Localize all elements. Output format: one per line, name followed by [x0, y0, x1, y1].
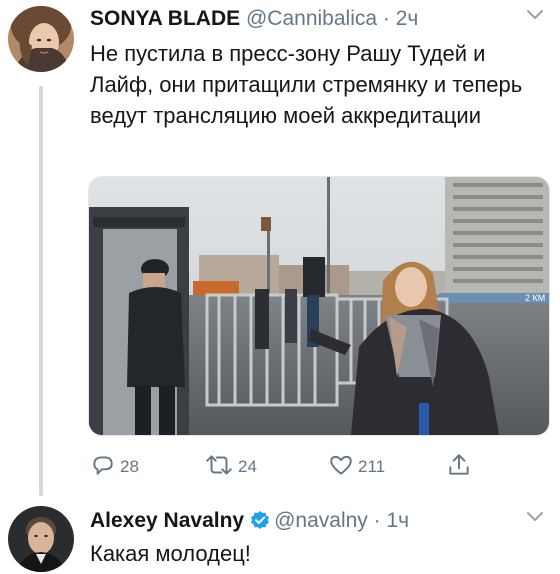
reply-count: 28 [120, 457, 139, 476]
road-sign-text: 2 КМ [525, 293, 545, 303]
reply-icon [90, 452, 116, 483]
avatar[interactable] [8, 506, 74, 572]
like-count: 211 [358, 457, 386, 476]
author-name[interactable]: Alexey Navalny [90, 509, 244, 532]
author-name[interactable]: SONYA BLADE [90, 7, 240, 30]
separator: · [373, 509, 381, 532]
separator: · [382, 7, 390, 30]
retweet-count: 24 [238, 457, 257, 476]
verified-badge-icon [250, 510, 270, 537]
reply-button[interactable]: 28 [90, 452, 139, 482]
retweet-button[interactable]: 24 [204, 452, 257, 482]
share-icon [446, 452, 472, 483]
timestamp[interactable]: 1ч [387, 509, 410, 532]
chevron-down-icon[interactable] [526, 510, 544, 528]
chevron-down-icon[interactable] [526, 8, 544, 26]
like-button[interactable]: 211 [328, 452, 385, 482]
tweet-alexey-navalny[interactable]: Alexey Navalny @navalny · 1ч Какая молоде… [0, 498, 560, 574]
tweet-text: Какая молодец! [90, 541, 251, 566]
retweet-icon [204, 452, 234, 483]
like-icon [328, 452, 354, 483]
tweet-text: Не пустила в пресс-зону Рашу Тудей и Лай… [90, 41, 523, 128]
thread-line [39, 86, 43, 496]
share-button[interactable] [446, 452, 472, 482]
tweet-actions: 28 24 211 [90, 452, 490, 482]
tweet-header: Alexey Navalny @navalny · 1ч [90, 508, 409, 537]
author-handle[interactable]: @navalny [274, 509, 368, 532]
tweet-photo[interactable]: 2 КМ [88, 176, 550, 436]
author-handle[interactable]: @Cannibalica [246, 7, 377, 30]
avatar[interactable] [8, 6, 74, 72]
tweet-header: SONYA BLADE @Cannibalica · 2ч [90, 6, 418, 32]
tweet-sonya-blade[interactable]: SONYA BLADE @Cannibalica · 2ч Не пустила… [0, 0, 560, 498]
timestamp[interactable]: 2ч [396, 7, 419, 30]
